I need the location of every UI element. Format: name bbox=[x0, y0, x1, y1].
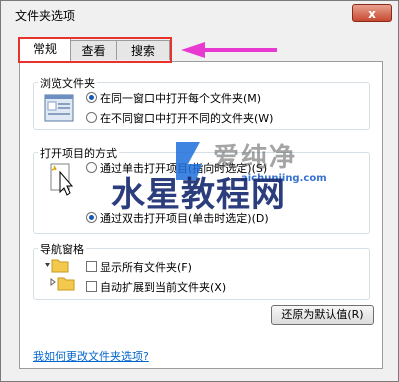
pointer-arrow-annotation bbox=[181, 42, 277, 58]
restore-defaults-button[interactable]: 还原为默认值(R) bbox=[271, 305, 374, 325]
click-cursor-icon bbox=[50, 163, 74, 196]
browse-folders-title: 浏览文件夹 bbox=[38, 75, 97, 91]
checkbox-icon[interactable] bbox=[86, 281, 97, 292]
help-link[interactable]: 我如何更改文件夹选项? bbox=[33, 348, 149, 364]
option-label: 在同一窗口中打开每个文件夹(M) bbox=[100, 92, 262, 105]
nav-pane-title: 导航窗格 bbox=[38, 241, 86, 257]
option-label: 显示所有文件夹(F) bbox=[100, 261, 192, 274]
radio-off-icon[interactable] bbox=[86, 112, 97, 123]
radio-on-icon[interactable] bbox=[86, 92, 97, 103]
click-items-title: 打开项目的方式 bbox=[38, 145, 119, 161]
radio-off-icon[interactable] bbox=[86, 162, 97, 173]
option-label: 在不同窗口中打开不同的文件夹(W) bbox=[100, 112, 274, 125]
option-label: 自动扩展到当前文件夹(X) bbox=[100, 281, 227, 294]
title-bar: 文件夹选项 x bbox=[1, 1, 398, 27]
close-button[interactable]: x bbox=[352, 4, 392, 22]
tabs-highlight-box bbox=[18, 37, 172, 63]
nav-show-all-folders[interactable]: 显示所有文件夹(F) bbox=[86, 259, 192, 275]
watermark-overlay: 水星教程网 bbox=[111, 175, 286, 215]
same-window-folder-icon bbox=[44, 94, 74, 122]
nav-auto-expand[interactable]: 自动扩展到当前文件夹(X) bbox=[86, 279, 226, 295]
radio-on-icon[interactable] bbox=[86, 212, 97, 223]
browse-option-new-window[interactable]: 在不同窗口中打开不同的文件夹(W) bbox=[86, 110, 273, 126]
window-title: 文件夹选项 bbox=[15, 9, 76, 23]
checkbox-icon[interactable] bbox=[86, 261, 97, 272]
nav-pane-folders-icon bbox=[45, 259, 75, 291]
browse-option-same-window[interactable]: 在同一窗口中打开每个文件夹(M) bbox=[86, 90, 261, 106]
folder-options-window: 文件夹选项 x 常规 查看 搜索 浏览文件夹 在同一窗口中打开每个文件夹(M) … bbox=[0, 0, 399, 382]
